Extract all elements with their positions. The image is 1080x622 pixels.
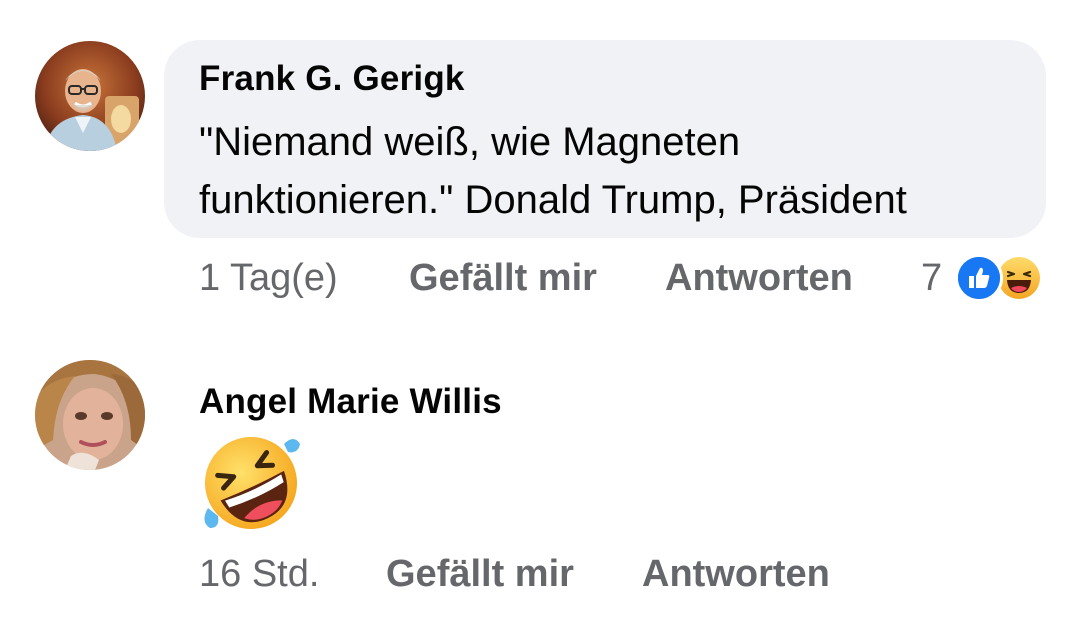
like-button[interactable]: Gefällt mir xyxy=(386,553,574,596)
rolling-on-the-floor-laughing-icon xyxy=(198,430,304,536)
comment-timestamp[interactable]: 1 Tag(e) xyxy=(199,257,338,300)
profile-photo-angel xyxy=(35,360,145,470)
reaction-count: 7 xyxy=(921,257,943,299)
comment-text-line: "Niemand weiß, wie Magneten xyxy=(199,120,741,164)
like-reaction-icon xyxy=(955,254,1003,302)
reply-button[interactable]: Antworten xyxy=(665,257,853,300)
like-button[interactable]: Gefällt mir xyxy=(409,257,597,300)
avatar[interactable] xyxy=(35,41,145,151)
comment-timestamp[interactable]: 16 Std. xyxy=(199,553,319,596)
comment-text: "Niemand weiß, wie Magneten funktioniere… xyxy=(199,113,1029,229)
avatar[interactable] xyxy=(35,360,145,470)
comment-thread: Frank G. Gerigk "Niemand weiß, wie Magne… xyxy=(0,0,1080,622)
reaction-summary[interactable]: 7 xyxy=(915,250,1050,306)
profile-photo-frank xyxy=(35,41,145,151)
comment-author[interactable]: Angel Marie Willis xyxy=(199,382,502,422)
reply-button[interactable]: Antworten xyxy=(642,553,830,596)
comment-text-line: funktionieren." Donald Trump, Präsident xyxy=(199,178,907,222)
comment-author[interactable]: Frank G. Gerigk xyxy=(199,59,465,99)
